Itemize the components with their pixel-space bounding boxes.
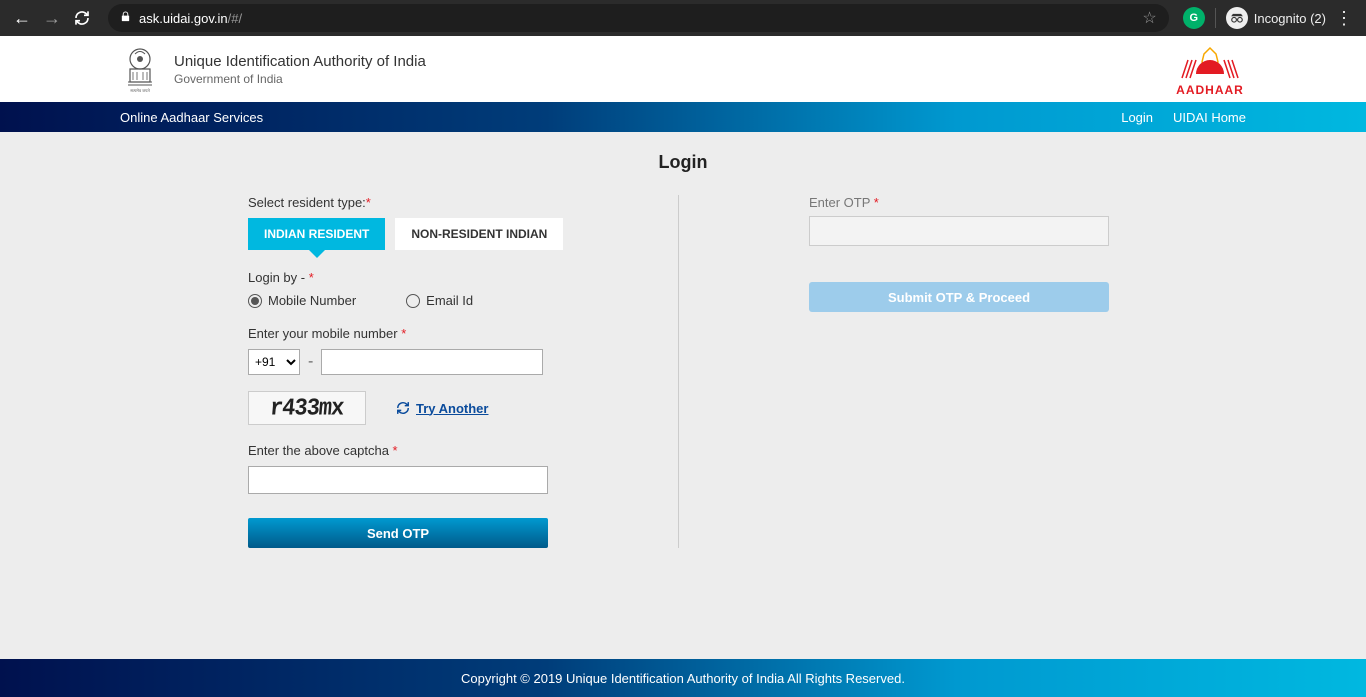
back-button[interactable]: ← [10, 6, 34, 30]
aadhaar-logo: AADHAAR [1174, 42, 1246, 97]
primary-nav: Online Aadhaar Services Login UIDAI Home [0, 102, 1366, 132]
aadhaar-logo-text: AADHAAR [1174, 83, 1246, 97]
mobile-number-label: Enter your mobile number * [248, 326, 648, 341]
lock-icon [120, 11, 131, 25]
radio-icon [406, 294, 420, 308]
otp-panel: Enter OTP * Submit OTP & Proceed [678, 195, 1118, 548]
tab-nri[interactable]: NON-RESIDENT INDIAN [395, 218, 563, 250]
incognito-indicator[interactable]: Incognito (2) [1226, 7, 1326, 29]
mobile-number-input[interactable] [321, 349, 543, 375]
country-code-select[interactable]: +91 [248, 349, 300, 375]
browser-toolbar: ← → ask.uidai.gov.in/#/ ☆ G Incognito (2… [0, 0, 1366, 36]
nav-online-services[interactable]: Online Aadhaar Services [120, 110, 263, 125]
incognito-icon [1226, 7, 1248, 29]
refresh-icon [396, 401, 410, 415]
incognito-label: Incognito (2) [1254, 11, 1326, 26]
captcha-image: r433mx [248, 391, 366, 425]
otp-input [809, 216, 1109, 246]
login-form: Select resident type:* INDIAN RESIDENT N… [248, 195, 678, 548]
header-text: Unique Identification Authority of India… [174, 53, 426, 86]
captcha-input[interactable] [248, 466, 548, 494]
browser-menu-icon[interactable]: ⋮ [1332, 8, 1356, 29]
forward-button[interactable]: → [40, 6, 64, 30]
otp-label: Enter OTP * [809, 195, 1118, 210]
footer: Copyright © 2019 Unique Identification A… [0, 659, 1366, 697]
main-content: Login Select resident type:* INDIAN RESI… [0, 132, 1366, 548]
send-otp-button[interactable]: Send OTP [248, 518, 548, 548]
nav-login[interactable]: Login [1121, 110, 1153, 125]
captcha-input-label: Enter the above captcha * [248, 443, 648, 458]
india-emblem-icon: सत्यमेव जयते [120, 44, 160, 94]
submit-otp-button: Submit OTP & Proceed [809, 282, 1109, 312]
login-by-label: Login by - * [248, 270, 648, 285]
radio-email-id[interactable]: Email Id [406, 293, 473, 308]
extension-grammarly-icon[interactable]: G [1183, 7, 1205, 29]
url-path: /#/ [228, 11, 242, 26]
copyright-text: Copyright © 2019 Unique Identification A… [461, 671, 905, 686]
site-title: Unique Identification Authority of India [174, 53, 426, 70]
page-title: Login [248, 152, 1118, 173]
address-bar[interactable]: ask.uidai.gov.in/#/ ☆ [108, 4, 1169, 32]
separator [1215, 8, 1216, 28]
tab-indian-resident[interactable]: INDIAN RESIDENT [248, 218, 385, 250]
try-another-captcha[interactable]: Try Another [396, 401, 488, 416]
svg-text:सत्यमेव जयते: सत्यमेव जयते [130, 88, 150, 93]
url-host: ask.uidai.gov.in [139, 11, 228, 26]
nav-uidai-home[interactable]: UIDAI Home [1173, 110, 1246, 125]
site-subtitle: Government of India [174, 72, 426, 86]
reload-button[interactable] [70, 6, 94, 30]
radio-icon [248, 294, 262, 308]
captcha-text: r433mx [269, 394, 345, 422]
radio-mobile-number[interactable]: Mobile Number [248, 293, 356, 308]
resident-type-label: Select resident type:* [248, 195, 648, 210]
site-header: सत्यमेव जयते Unique Identification Autho… [0, 36, 1366, 102]
bookmark-star-icon[interactable]: ☆ [1142, 8, 1156, 28]
